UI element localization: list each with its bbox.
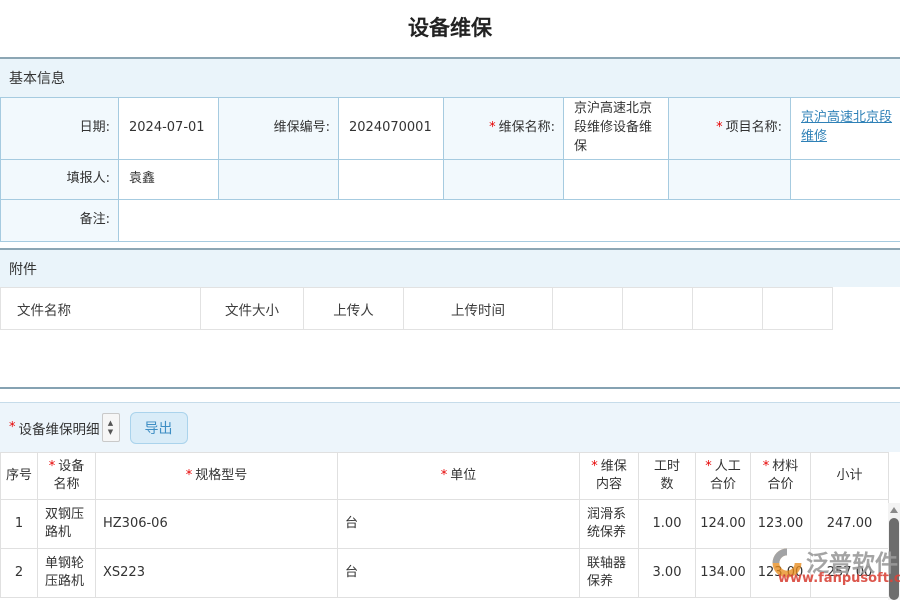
cell-subtotal: 257.00: [811, 549, 889, 598]
col-uploader: 上传人: [304, 288, 404, 330]
form-row-2: 填报人: 袁鑫: [1, 159, 900, 199]
col-file-size: 文件大小: [201, 288, 304, 330]
empty-label-cell: [444, 159, 564, 199]
scroll-up-icon[interactable]: [890, 507, 898, 513]
project-name-label: *项目名称:: [669, 98, 791, 160]
col-empty: [763, 288, 833, 330]
col-equipment-name: *设备 名称: [38, 453, 96, 500]
empty-label-cell: [219, 159, 339, 199]
cell-labor-total: 134.00: [696, 549, 751, 598]
maintenance-code-value: 2024070001: [339, 98, 444, 160]
col-unit: *单位: [338, 453, 580, 500]
sort-up-icon: ▲: [108, 419, 113, 427]
required-icon: *: [9, 420, 16, 435]
attachments-table: 文件名称 文件大小 上传人 上传时间: [0, 287, 833, 330]
required-icon: *: [591, 459, 598, 474]
project-name-cell: 京沪高速北京段维修: [791, 98, 900, 160]
cell-seq: 1: [1, 500, 38, 549]
section-basic-info-title: 基本信息: [9, 68, 65, 88]
required-icon: *: [716, 120, 723, 135]
cell-material-total: 123.00: [751, 500, 811, 549]
col-labor-total: *人工 合价: [696, 453, 751, 500]
col-seq: 序号: [1, 453, 38, 500]
cell-spec-model: XS223: [96, 549, 338, 598]
required-icon: *: [49, 459, 56, 474]
col-file-name: 文件名称: [1, 288, 201, 330]
cell-equipment-name: 单钢轮压路机: [38, 549, 96, 598]
reporter-label: 填报人:: [1, 159, 119, 199]
sort-spinner[interactable]: ▲ ▼: [102, 413, 120, 442]
date-label: 日期:: [1, 98, 119, 160]
basic-info-table: 日期: 2024-07-01 维保编号: 2024070001 *维保名称: 京…: [0, 97, 900, 242]
empty-value-cell: [564, 159, 669, 199]
col-empty: [693, 288, 763, 330]
section-attachments-title: 附件: [9, 259, 37, 279]
export-button[interactable]: 导出: [130, 412, 188, 444]
page-title: 设备维保: [0, 12, 900, 42]
col-maintenance-content: *维保 内容: [580, 453, 639, 500]
cell-work-hours: 1.00: [639, 500, 696, 549]
project-name-link[interactable]: 京沪高速北京段维修: [801, 110, 892, 144]
section-attachments-bar: 附件: [0, 248, 900, 287]
maintenance-name-value: 京沪高速北京段维修设备维保: [564, 98, 669, 160]
required-icon: *: [763, 459, 770, 474]
section-detail-title: 设备维保明细: [19, 418, 100, 438]
section-basic-info-bar: 基本信息: [0, 57, 900, 97]
detail-scrollbar[interactable]: [888, 503, 900, 600]
remark-value: [119, 199, 900, 241]
maintenance-name-label: *维保名称:: [444, 98, 564, 160]
detail-table: 序号 *设备 名称 *规格型号 *单位 *维保 内容 工时 数 *人工 合价 *…: [0, 452, 889, 598]
maintenance-code-label: 维保编号:: [219, 98, 339, 160]
col-empty: [623, 288, 693, 330]
sort-down-icon: ▼: [108, 428, 113, 436]
cell-labor-total: 124.00: [696, 500, 751, 549]
detail-row-1: 1 双钢压路机 HZ306-06 台 润滑系统保养 1.00 124.00 12…: [1, 500, 889, 549]
cell-maintenance-content: 联轴器保养: [580, 549, 639, 598]
detail-row-2: 2 单钢轮压路机 XS223 台 联轴器保养 3.00 134.00 123.0…: [1, 549, 889, 598]
form-row-3: 备注:: [1, 199, 900, 241]
empty-value-cell: [791, 159, 900, 199]
required-icon: *: [186, 468, 193, 483]
remark-label: 备注:: [1, 199, 119, 241]
reporter-value: 袁鑫: [119, 159, 219, 199]
col-spec-model: *规格型号: [96, 453, 338, 500]
required-icon: *: [441, 468, 448, 483]
empty-label-cell: [669, 159, 791, 199]
cell-unit: 台: [338, 500, 580, 549]
scrollbar-thumb[interactable]: [889, 518, 899, 600]
col-work-hours: 工时 数: [639, 453, 696, 500]
cell-equipment-name: 双钢压路机: [38, 500, 96, 549]
cell-work-hours: 3.00: [639, 549, 696, 598]
cell-material-total: 123.00: [751, 549, 811, 598]
empty-value-cell: [339, 159, 444, 199]
attachments-header-row: 文件名称 文件大小 上传人 上传时间: [1, 288, 833, 330]
required-icon: *: [705, 459, 712, 474]
cell-spec-model: HZ306-06: [96, 500, 338, 549]
required-icon: *: [489, 120, 496, 135]
form-row-1: 日期: 2024-07-01 维保编号: 2024070001 *维保名称: 京…: [1, 98, 900, 160]
col-subtotal: 小计: [811, 453, 889, 500]
cell-maintenance-content: 润滑系统保养: [580, 500, 639, 549]
cell-unit: 台: [338, 549, 580, 598]
cell-seq: 2: [1, 549, 38, 598]
section-detail-bar: * 设备维保明细 ▲ ▼ 导出: [0, 402, 900, 452]
section-divider: [0, 387, 900, 389]
col-material-total: *材料 合价: [751, 453, 811, 500]
col-upload-time: 上传时间: [404, 288, 553, 330]
detail-header-row: 序号 *设备 名称 *规格型号 *单位 *维保 内容 工时 数 *人工 合价 *…: [1, 453, 889, 500]
cell-subtotal: 247.00: [811, 500, 889, 549]
col-empty: [553, 288, 623, 330]
equipment-maintenance-page: 设备维保 基本信息 日期: 2024-07-01 维保编号: 202407000…: [0, 0, 900, 600]
date-value: 2024-07-01: [119, 98, 219, 160]
